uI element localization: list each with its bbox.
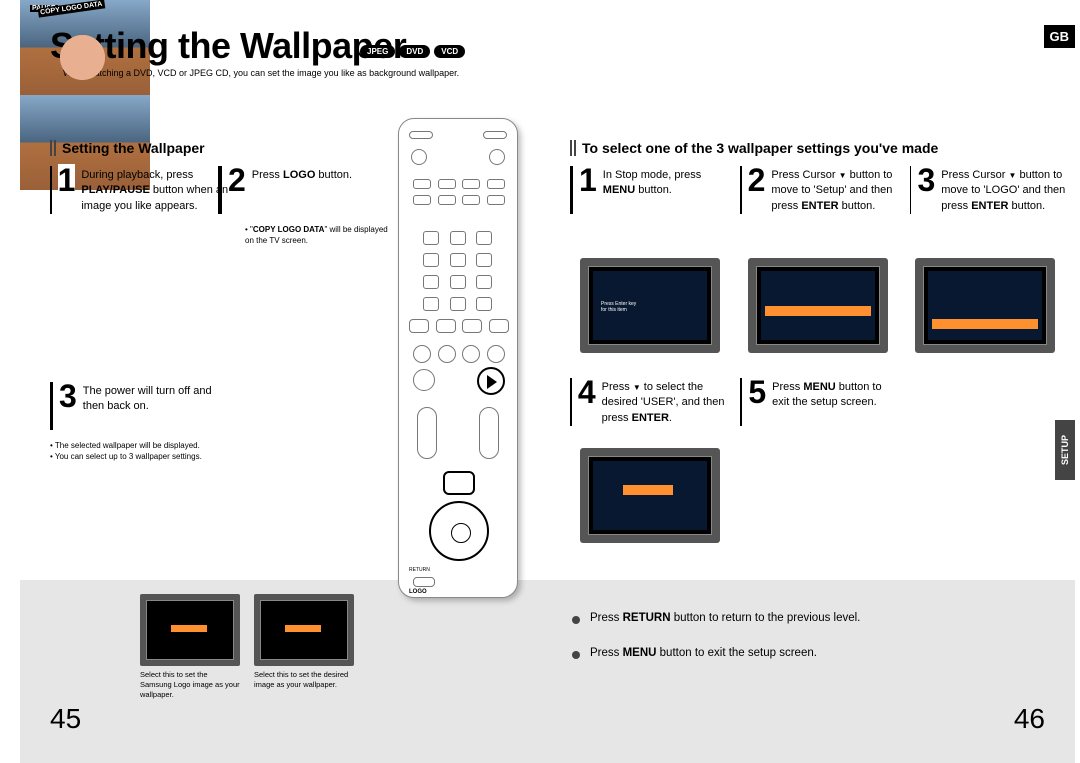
manual-spread: Setting the Wallpaper JPEG DVD VCD GB Wh…	[20, 0, 1075, 763]
page-number-left: 45	[50, 703, 81, 735]
tip-return: Press RETURN button to return to the pre…	[590, 612, 860, 624]
right-step-3: 3 Press Cursor button to move to 'LOGO' …	[910, 164, 1070, 214]
remote-illustration: RETURN LOGO	[398, 118, 518, 598]
badge-vcd: VCD	[434, 45, 465, 58]
intro-text: While watching a DVD, VCD or JPEG CD, yo…	[63, 68, 459, 78]
menu-button-icon	[443, 471, 475, 495]
right-step-2: 2 Press Cursor button to move to 'Setup'…	[740, 164, 910, 214]
tv-screenshot-1: Press Enter keyfor this item	[580, 258, 720, 353]
play-pause-icon	[477, 367, 505, 395]
section-heading-right: To select one of the 3 wallpaper setting…	[570, 140, 938, 156]
bottom-tv-2	[254, 594, 354, 666]
tip-menu: Press MENU button to exit the setup scre…	[590, 647, 817, 659]
step-text: Press LOGO button.	[252, 164, 352, 183]
step-text: During playback, press PLAY/PAUSE button…	[81, 164, 230, 214]
tv-screenshot-3	[915, 258, 1055, 353]
step-text: Press Cursor button to move to 'LOGO' an…	[941, 164, 1070, 214]
step-text: Press Cursor button to move to 'Setup' a…	[771, 164, 910, 214]
remote-numpad	[423, 231, 495, 311]
right-step-1: 1 In Stop mode, press MENU button.	[570, 164, 730, 214]
page-number-right: 46	[1014, 703, 1045, 735]
return-label: RETURN	[409, 567, 430, 573]
step-text: The power will turn off and then back on…	[83, 380, 230, 415]
open-close-icon	[489, 149, 505, 165]
logo-label: LOGO	[409, 589, 427, 595]
left-step-2: 2 Press LOGO button.	[218, 164, 378, 214]
section-heading-left: Setting the Wallpaper	[50, 140, 205, 156]
right-step-5: 5 Press MENU button to exit the setup sc…	[740, 376, 900, 426]
tip-bullet-icon	[572, 651, 580, 659]
remote-keypad	[413, 179, 505, 205]
badge-jpeg: JPEG	[360, 45, 395, 58]
left-step-3: 3 The power will turn off and then back …	[50, 380, 230, 430]
badge-dvd: DVD	[399, 45, 430, 58]
tv-screenshot-2	[748, 258, 888, 353]
setup-side-tab: SETUP	[1055, 420, 1075, 480]
step-text: Press to select the desired 'USER', and …	[602, 376, 740, 426]
note-copy-logo: • "COPY LOGO DATA" will be displayed on …	[245, 224, 390, 246]
power-icon	[411, 149, 427, 165]
bottom-caption-1: Select this to set the Samsung Logo imag…	[140, 670, 240, 699]
step-text: Press MENU button to exit the setup scre…	[772, 376, 900, 411]
logo-button-icon	[413, 577, 435, 587]
right-step-4: 4 Press to select the desired 'USER', an…	[570, 376, 740, 426]
tv-screenshot-4	[580, 448, 720, 543]
bottom-caption-2: Select this to set the desired image as …	[254, 670, 354, 690]
region-badge: GB	[1044, 25, 1076, 48]
step-text: In Stop mode, press MENU button.	[603, 164, 730, 199]
note-wallpaper-count: • The selected wallpaper will be display…	[50, 440, 215, 462]
bottom-tv-1	[140, 594, 240, 666]
tip-bullet-icon	[572, 616, 580, 624]
dpad-icon	[429, 501, 489, 561]
left-step-1: 1 During playback, press PLAY/PAUSE butt…	[50, 164, 230, 214]
format-badges: JPEG DVD VCD	[360, 45, 465, 58]
